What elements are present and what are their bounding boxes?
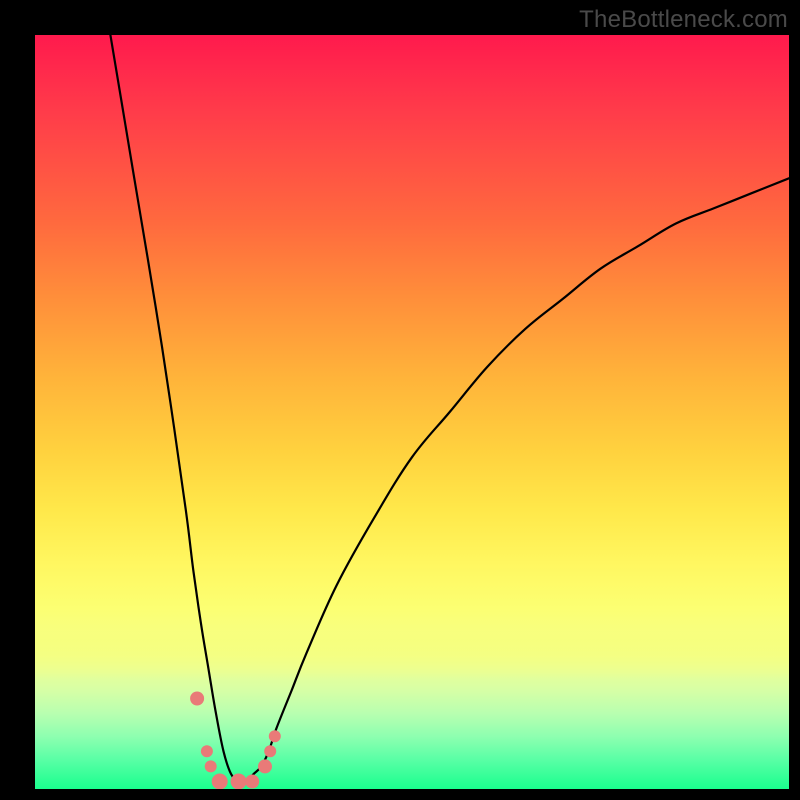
chart-frame: TheBottleneck.com (0, 0, 800, 800)
curve-markers (190, 692, 281, 790)
curve-marker (190, 692, 204, 706)
curve-marker (245, 775, 259, 789)
bottleneck-curve-svg (35, 35, 789, 789)
curve-marker (269, 730, 281, 742)
bottleneck-curve-path (110, 35, 789, 782)
highlight-band (35, 617, 789, 679)
curve-marker (231, 774, 247, 790)
chart-plot-area (35, 35, 789, 789)
curve-marker (212, 774, 228, 790)
curve-marker (205, 760, 217, 772)
curve-marker (258, 759, 272, 773)
curve-marker (264, 745, 276, 757)
curve-marker (201, 745, 213, 757)
watermark-text: TheBottleneck.com (579, 6, 788, 34)
